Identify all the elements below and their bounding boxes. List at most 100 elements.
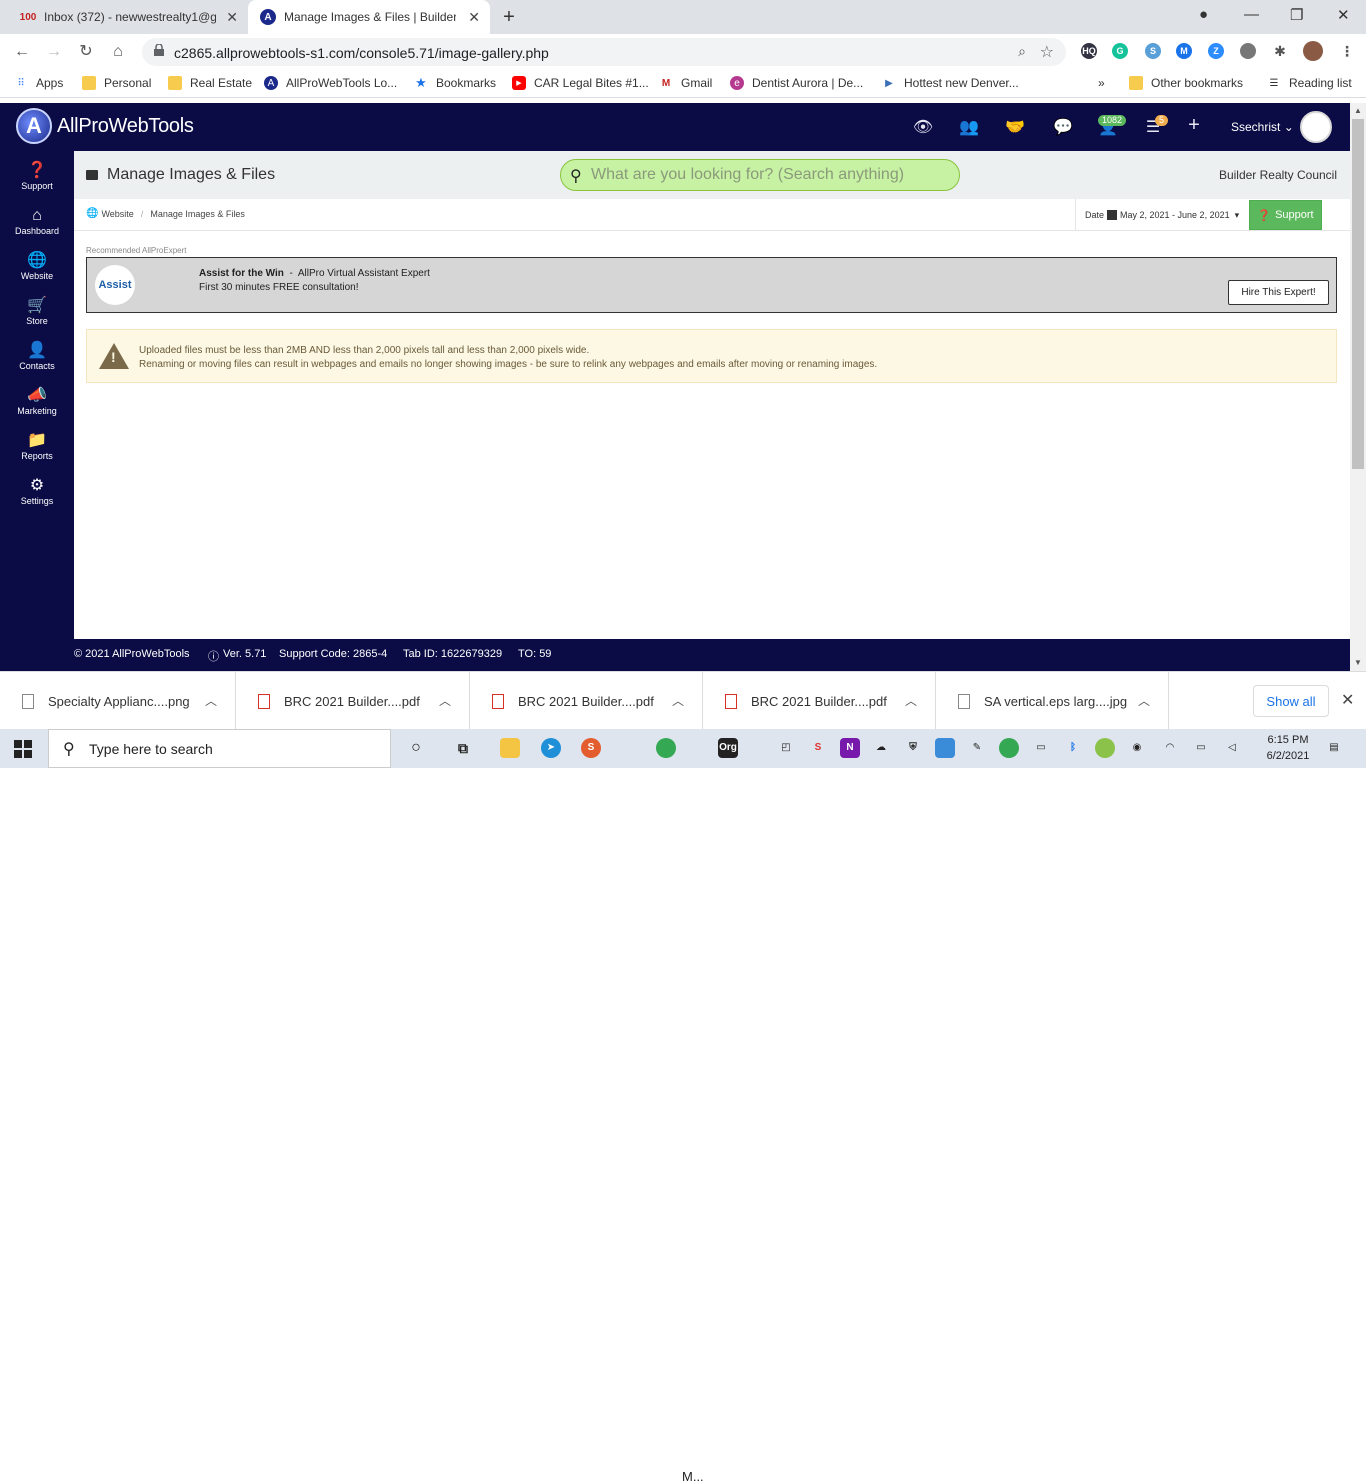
bookmark-other[interactable]: Other bookmarks xyxy=(1129,76,1243,90)
app-s-icon[interactable]: S xyxy=(581,738,601,758)
chevron-up-icon[interactable]: ︿ xyxy=(672,692,684,709)
bookmark-real-estate[interactable]: Real Estate xyxy=(168,76,252,90)
volume-icon[interactable]: ◁ xyxy=(1222,738,1242,758)
grammarly-extension-icon[interactable]: G xyxy=(1112,43,1128,59)
profile-avatar-icon[interactable] xyxy=(1303,41,1323,61)
chevron-up-icon[interactable]: ︿ xyxy=(1138,692,1150,709)
bookmark-car-legal[interactable]: ▶ CAR Legal Bites #1... xyxy=(512,76,649,90)
breadcrumb-website[interactable]: Website xyxy=(101,209,133,219)
tab-search-icon[interactable]: ● xyxy=(1199,6,1208,23)
minimize-icon[interactable]: — xyxy=(1244,6,1259,23)
handshake-icon[interactable]: 🤝 xyxy=(1004,117,1026,137)
tray-tool-icon[interactable]: ✎ xyxy=(967,738,987,758)
sidebar-item-website[interactable]: 🌐 Website xyxy=(0,251,74,281)
close-tab-icon[interactable]: ✕ xyxy=(226,9,238,26)
taskbar-search[interactable]: ⚲ Type here to search xyxy=(48,729,391,768)
bookmark-gmail[interactable]: M Gmail xyxy=(659,76,713,90)
scroll-down-icon[interactable]: ▼ xyxy=(1354,658,1362,667)
add-icon[interactable]: + xyxy=(1183,114,1205,137)
browser-menu-icon[interactable]: ⋮ xyxy=(1339,43,1355,59)
tray-icon[interactable]: ◰ xyxy=(776,738,796,758)
page-scrollbar[interactable]: ▲ ▼ xyxy=(1350,103,1366,671)
user-menu[interactable]: Ssechrist ⌄ xyxy=(1231,120,1294,134)
reading-list[interactable]: ☰ Reading list xyxy=(1267,76,1352,90)
sidebar-item-store[interactable]: 🛒 Store xyxy=(0,296,74,326)
onenote-icon[interactable]: N xyxy=(840,738,860,758)
extension-m-icon[interactable]: M xyxy=(1176,43,1192,59)
hire-expert-button[interactable]: Hire This Expert! xyxy=(1228,280,1329,305)
tray-chrome-icon[interactable] xyxy=(999,738,1019,758)
sidebar-item-dashboard[interactable]: ⌂ Dashboard xyxy=(0,206,74,236)
sidebar-item-contacts[interactable]: 👤 Contacts xyxy=(0,341,74,371)
tray-app-blue-icon[interactable] xyxy=(935,738,955,758)
download-item[interactable]: Specialty Applianc....png ︿ xyxy=(0,672,236,730)
bookmark-denver[interactable]: ▶ Hottest new Denver... xyxy=(882,76,1019,90)
address-bar[interactable]: c2865.allprowebtools-s1.com/console5.71/… xyxy=(142,38,1066,66)
cortana-icon[interactable]: ○ xyxy=(406,738,426,758)
bookmark-dentist[interactable]: e Dentist Aurora | De... xyxy=(730,76,863,90)
avatar[interactable] xyxy=(1300,111,1332,143)
eye-icon[interactable]: 👁 xyxy=(912,117,934,137)
back-icon[interactable]: ← xyxy=(10,40,34,64)
bookmark-personal[interactable]: Personal xyxy=(82,76,151,90)
extensions-puzzle-icon[interactable]: ✱ xyxy=(1272,43,1288,59)
zoom-icon[interactable]: ⌕ xyxy=(1018,43,1026,60)
security-icon[interactable]: ⛨ xyxy=(903,738,923,758)
new-tab-button[interactable]: + xyxy=(500,6,518,29)
global-search[interactable]: ⚲ xyxy=(560,159,960,191)
tray-monitor-icon[interactable]: ▭ xyxy=(1031,738,1051,758)
download-item[interactable]: BRC 2021 Builder....pdf ︿ xyxy=(236,672,470,730)
download-item[interactable]: BRC 2021 Builder....pdf ︿ xyxy=(470,672,703,730)
org-app-icon[interactable]: Org xyxy=(718,738,738,758)
bookmark-apps[interactable]: ⠿ Apps xyxy=(14,76,63,90)
search-input[interactable] xyxy=(591,164,951,186)
forward-icon[interactable]: → xyxy=(42,40,66,64)
restore-icon[interactable]: ❐ xyxy=(1290,6,1303,24)
chevron-up-icon[interactable]: ︿ xyxy=(905,692,917,709)
tray-app-icon[interactable]: S xyxy=(808,738,828,758)
extension-icon[interactable]: S xyxy=(1145,43,1161,59)
scrollbar-thumb[interactable] xyxy=(1352,119,1364,469)
task-view-icon[interactable]: ⧉ xyxy=(453,738,473,758)
chat-icon[interactable]: 💬 xyxy=(1052,117,1074,137)
system-clock[interactable]: 6:15 PM 6/2/2021 xyxy=(1258,732,1318,764)
tray-green-icon[interactable] xyxy=(1095,738,1115,758)
file-explorer-icon[interactable] xyxy=(500,738,520,758)
onedrive-icon[interactable]: ☁ xyxy=(871,738,891,758)
reload-icon[interactable]: ↻ xyxy=(74,40,98,64)
download-item[interactable]: SA vertical.eps larg....jpg ︿ xyxy=(936,672,1169,730)
bookmarks-overflow-icon[interactable]: » xyxy=(1098,76,1105,90)
wifi-icon[interactable]: ◠ xyxy=(1160,738,1180,758)
sidebar-item-marketing[interactable]: 📣 Marketing xyxy=(0,386,74,416)
scroll-up-icon[interactable]: ▲ xyxy=(1354,106,1362,115)
chevron-up-icon[interactable]: ︿ xyxy=(439,692,451,709)
cloudhq-extension-icon[interactable]: HQ xyxy=(1081,43,1097,59)
zoom-extension-icon[interactable]: Z xyxy=(1208,43,1224,59)
notifications-icon[interactable]: ▤ xyxy=(1324,738,1344,758)
sidebar-item-reports[interactable]: 📁 Reports xyxy=(0,431,74,461)
close-downloads-icon[interactable]: ✕ xyxy=(1341,690,1354,710)
bookmark-star-icon[interactable]: ☆ xyxy=(1040,42,1054,62)
app-logo[interactable]: A AllProWebTools xyxy=(16,108,194,144)
sidebar-item-settings[interactable]: ⚙ Settings xyxy=(0,476,74,506)
bookmark-bookmarks[interactable]: ★ Bookmarks xyxy=(414,75,496,90)
battery-icon[interactable]: ▭ xyxy=(1191,738,1211,758)
windows-start-icon[interactable] xyxy=(14,740,32,758)
chevron-up-icon[interactable]: ︿ xyxy=(205,692,217,709)
users-icon[interactable]: 👥 xyxy=(958,117,980,137)
bluetooth-icon[interactable]: ᛒ xyxy=(1063,738,1083,758)
date-range-picker[interactable]: Date May 2, 2021 - June 2, 2021 ▾ xyxy=(1075,199,1247,231)
browser-tab-active[interactable]: A Manage Images & Files | Builder ✕ xyxy=(248,0,490,34)
support-button[interactable]: ❓ Support xyxy=(1249,200,1322,230)
home-icon[interactable]: ⌂ xyxy=(106,40,130,64)
tray-eye-icon[interactable]: ◉ xyxy=(1127,738,1147,758)
chrome-icon[interactable] xyxy=(656,738,676,758)
app-icon[interactable]: ➤ xyxy=(541,738,561,758)
extension-circle-icon[interactable] xyxy=(1240,43,1256,59)
sidebar-item-support[interactable]: ❓ Support xyxy=(0,161,74,191)
show-all-downloads-button[interactable]: Show all xyxy=(1253,685,1329,717)
close-window-icon[interactable]: ✕ xyxy=(1337,6,1350,24)
download-item[interactable]: BRC 2021 Builder....pdf ︿ xyxy=(703,672,936,730)
bookmark-allpro[interactable]: A AllProWebTools Lo... xyxy=(264,76,397,90)
browser-tab-gmail[interactable]: 100 Inbox (372) - newwestrealty1@gm ✕ xyxy=(8,0,248,34)
